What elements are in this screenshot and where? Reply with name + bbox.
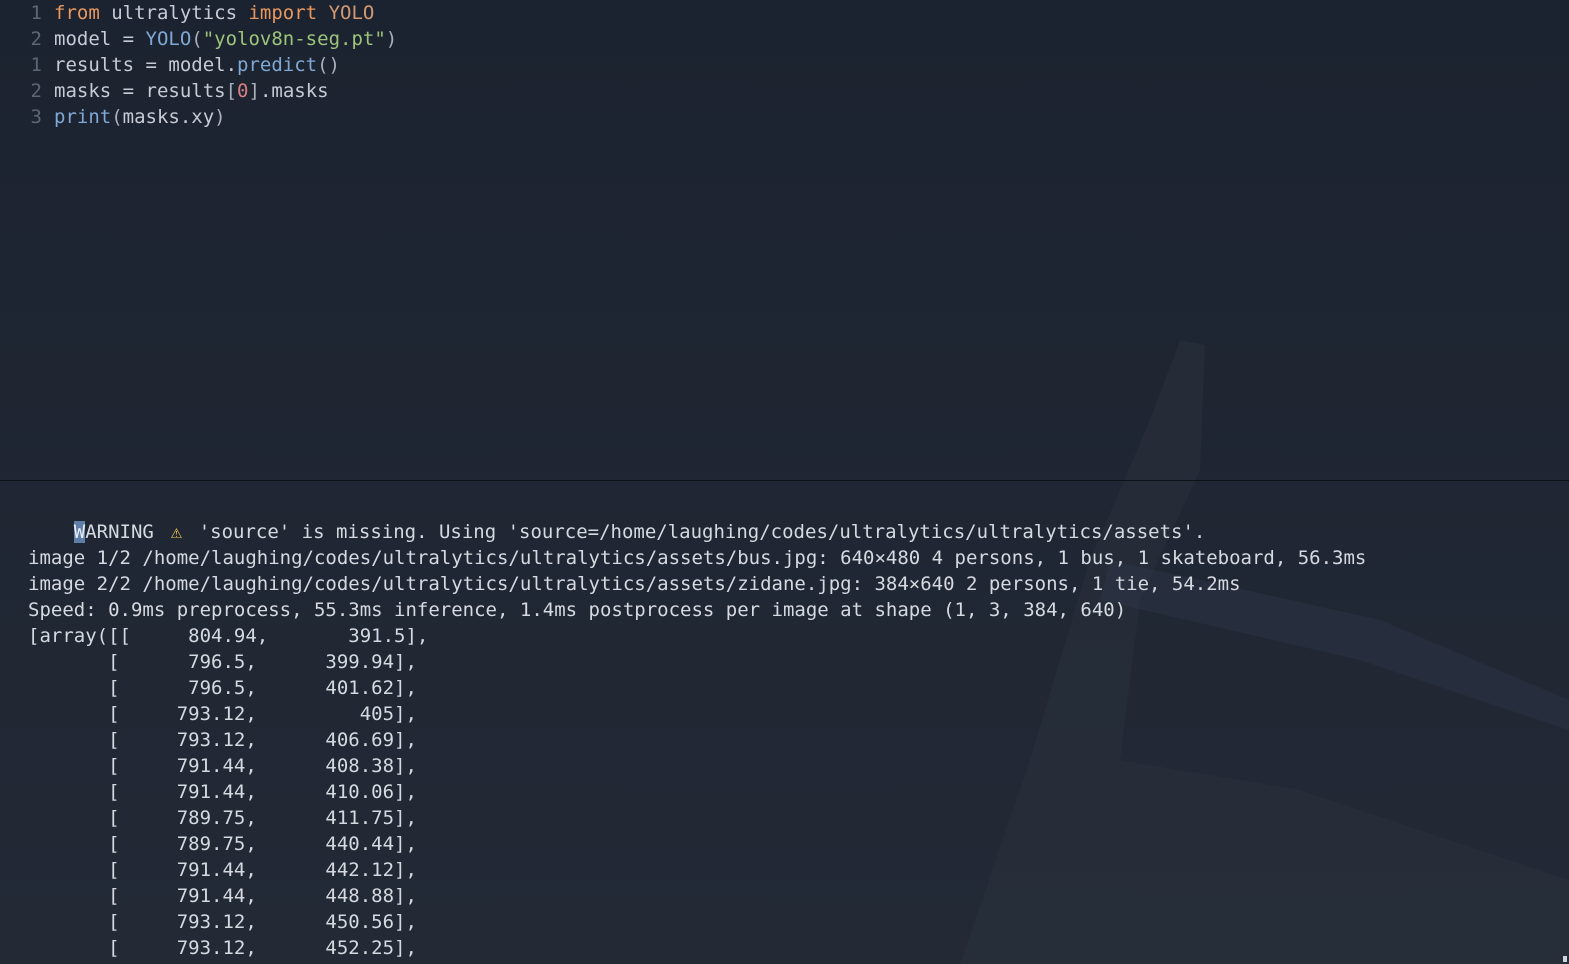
terminal-output[interactable]: WARNING ⚠ 'source' is missing. Using 'so… <box>0 481 1569 964</box>
terminal-line: image 2/2 /home/laughing/codes/ultralyti… <box>28 573 1241 595</box>
code-token: ( <box>191 28 203 50</box>
terminal-line: [ 791.44, 408.38], <box>28 755 417 777</box>
code-token: YOLO <box>145 28 192 50</box>
code-token: [ <box>225 80 238 102</box>
terminal-line: [ 793.12, 405], <box>28 703 417 725</box>
warning-icon: ⚠ <box>170 521 183 543</box>
terminal-line: [ 791.44, 442.12], <box>28 859 417 881</box>
terminal-line: image 1/2 /home/laughing/codes/ultralyti… <box>28 547 1367 569</box>
code-token: ultralytics <box>99 2 249 24</box>
code-token: ) <box>385 28 398 50</box>
code-token: ( <box>111 106 123 128</box>
line-number: 2 <box>30 80 42 102</box>
code-token: YOLO <box>328 2 375 24</box>
line-number: 3 <box>30 106 42 128</box>
code-token: masks.xy <box>122 106 215 128</box>
terminal-warning-line: WARNING ⚠ 'source' is missing. Using 'so… <box>28 493 1205 543</box>
code-text[interactable]: model = YOLO("yolov8n-seg.pt") <box>54 26 397 52</box>
code-text[interactable]: from ultralytics import YOLO <box>54 0 374 26</box>
code-token: print <box>54 106 112 128</box>
code-token: ) <box>214 106 226 128</box>
terminal-cursor: W <box>73 521 86 543</box>
terminal-line: [ 793.12, 452.25], <box>28 937 417 959</box>
terminal-line: [ 791.44, 410.06], <box>28 781 417 803</box>
code-token: .masks <box>259 80 329 102</box>
code-token: import <box>248 2 318 24</box>
terminal-line: [ 789.75, 411.75], <box>28 807 417 829</box>
terminal-line: Speed: 0.9ms preprocess, 55.3ms inferenc… <box>28 599 1127 621</box>
code-token: model = <box>54 28 146 50</box>
terminal-line: [ 796.5, 399.94], <box>28 651 417 673</box>
code-token: () <box>317 54 340 76</box>
code-token: masks = results <box>54 80 226 102</box>
pane-divider[interactable] <box>0 480 1569 481</box>
code-token: 0 <box>237 80 249 102</box>
code-token: ] <box>248 80 260 102</box>
warning-message: 'source' is missing. Using 'source=/home… <box>187 521 1206 543</box>
code-token: results = model. <box>54 54 238 76</box>
code-editor[interactable]: 1 from ultralytics import YOLO 2 model = YO… <box>0 0 1569 480</box>
line-number: 1 <box>30 54 42 76</box>
terminal-line: [array([[ 804.94, 391.5], <box>28 625 429 647</box>
code-text[interactable]: results = model.predict() <box>54 52 340 78</box>
resize-grip[interactable] <box>1563 956 1567 962</box>
code-token: predict <box>237 54 318 76</box>
line-number: 1 <box>30 2 42 24</box>
terminal-line: [ 793.12, 406.69], <box>28 729 417 751</box>
terminal-line: [ 791.44, 448.88], <box>28 885 417 907</box>
code-token: from <box>54 2 100 24</box>
terminal-line: [ 793.12, 450.56], <box>28 911 417 933</box>
code-text[interactable]: print(masks.xy) <box>54 104 226 130</box>
terminal-line: [ 796.5, 401.62], <box>28 677 417 699</box>
warning-prefix: ARNING <box>85 521 166 543</box>
code-text[interactable]: masks = results[0].masks <box>54 78 329 104</box>
code-token: "yolov8n-seg.pt" <box>202 28 386 50</box>
line-number: 2 <box>30 28 42 50</box>
terminal-line: [ 789.75, 440.44], <box>28 833 417 855</box>
